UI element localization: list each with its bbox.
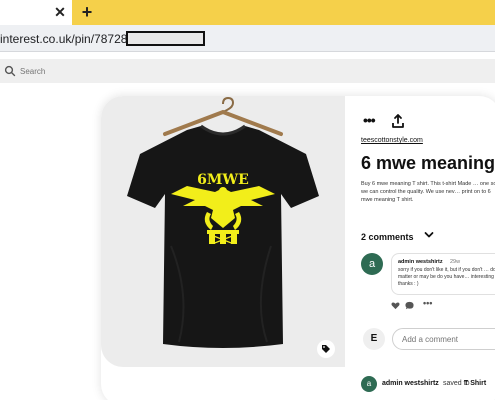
search-bar[interactable]: [0, 59, 495, 83]
pin-title: 6 mwe meaning T: [361, 153, 495, 173]
pin-card: 6MWE ••• teescottonstyle.com 6 mwe meani…: [101, 96, 495, 400]
board-link[interactable]: T Shirt: [464, 380, 486, 387]
tshirt-image: 6MWE: [127, 96, 319, 348]
comment-time: 29w: [450, 259, 461, 265]
comment-more-button[interactable]: •••: [423, 298, 432, 308]
tab-bar: ✕ +: [0, 0, 495, 25]
pin-details: ••• teescottonstyle.com 6 mwe meaning T …: [345, 96, 495, 400]
source-link[interactable]: teescottonstyle.com: [361, 137, 423, 144]
pin-description: Buy 6 mwe meaning T shirt. This t-shirt …: [361, 181, 495, 203]
address-bar[interactable]: interest.co.uk/pin/78728557: [0, 25, 495, 52]
comment-author[interactable]: admin westshirtz: [398, 259, 443, 265]
share-icon[interactable]: [390, 113, 406, 129]
product-tag-button[interactable]: [317, 340, 335, 358]
new-tab-button[interactable]: +: [78, 3, 96, 21]
redaction-box: [126, 31, 205, 46]
add-comment-input[interactable]: [392, 328, 495, 350]
comment-text: sorry if you don't like it, but if you d…: [398, 267, 495, 287]
saver-name[interactable]: admin westshirtz: [382, 380, 439, 387]
comment-item: admin westshirtz 29w sorry if you don't …: [391, 253, 495, 295]
more-options-button[interactable]: •••: [363, 113, 383, 131]
search-icon: [4, 65, 16, 77]
search-input[interactable]: [20, 63, 320, 79]
current-user-avatar[interactable]: E: [363, 328, 385, 350]
comments-header[interactable]: 2 comments: [361, 232, 414, 242]
reply-icon[interactable]: [405, 301, 414, 310]
chevron-down-icon[interactable]: [424, 230, 434, 240]
tag-icon: [322, 345, 330, 353]
browser-window: ✕ + interest.co.uk/pin/78728557 Search 6…: [0, 0, 495, 400]
pin-image[interactable]: 6MWE: [101, 96, 345, 367]
commenter-avatar[interactable]: a: [361, 253, 383, 275]
active-tab[interactable]: ✕: [0, 0, 72, 25]
saver-avatar[interactable]: a: [361, 376, 377, 392]
shirt-print-text: 6MWE: [197, 172, 249, 188]
close-tab-button[interactable]: ✕: [52, 4, 68, 20]
heart-icon[interactable]: [391, 301, 400, 310]
